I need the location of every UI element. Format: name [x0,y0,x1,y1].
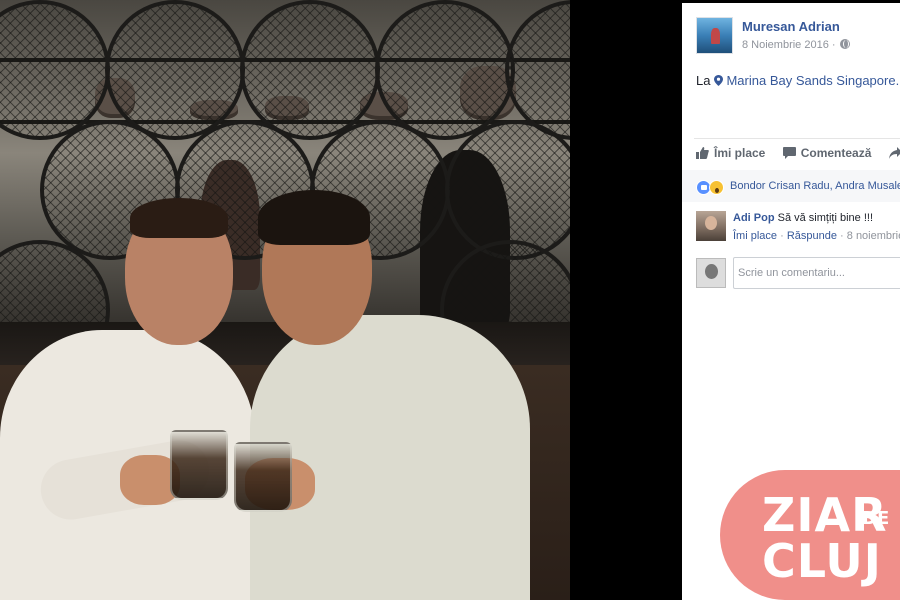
panel-top-edge [682,0,900,3]
share-button[interactable]: Di [888,146,900,160]
whisky-glass [170,430,228,500]
author-avatar[interactable] [696,17,733,54]
comment-button[interactable]: Comentează [782,146,872,160]
lattice-ring [240,0,380,140]
logo-de: DE [862,508,890,529]
comment-text: Să vă simțiți bine !!! [777,212,873,224]
logo-cluj: CLUJ [762,534,882,588]
share-icon [888,147,900,159]
comment-label: Comentează [800,146,872,160]
wow-reaction-icon [709,180,724,195]
comment-reply-link[interactable]: Răspunde [787,230,837,242]
comment-icon [782,147,796,159]
like-button[interactable]: Îmi place [696,146,765,160]
comment-like-link[interactable]: Îmi place [733,230,777,242]
map-pin-icon [714,74,724,86]
post-date[interactable]: 8 Noiembrie 2016 · [742,39,836,51]
divider [694,138,900,139]
commenter-avatar[interactable] [696,211,726,241]
hair [258,190,370,245]
lattice-ring [375,0,515,140]
post-photo[interactable] [0,0,570,600]
comment-input[interactable] [733,257,900,289]
comment-date[interactable]: · 8 noiembrie [840,230,900,242]
globe-icon [840,39,850,49]
comment: Adi Pop Să vă simțiți bine !!! [733,212,873,224]
thumbs-up-icon [696,147,709,159]
reactors-list[interactable]: Bondor Crisan Radu, Andra Musale [730,180,900,192]
meta-separator: · [780,230,784,242]
current-user-avatar [696,258,726,288]
post-actions: Îmi place Comentează Di [696,146,900,162]
ziar-de-cluj-logo: ZIAR DE CLUJ [720,470,900,600]
lattice-ring [105,0,245,140]
hair [130,198,228,238]
post-location: La Marina Bay Sands Singapore. [696,73,899,88]
comment-meta: Îmi place · Răspunde · 8 noiembrie [733,230,900,242]
location-prefix: La [696,73,711,88]
like-label: Îmi place [714,146,766,160]
commenter-name[interactable]: Adi Pop [733,212,775,224]
whisky-glass [234,442,292,512]
author-name[interactable]: Muresan Adrian [742,19,840,34]
location-link[interactable]: Marina Bay Sands Singapore. [726,73,899,88]
